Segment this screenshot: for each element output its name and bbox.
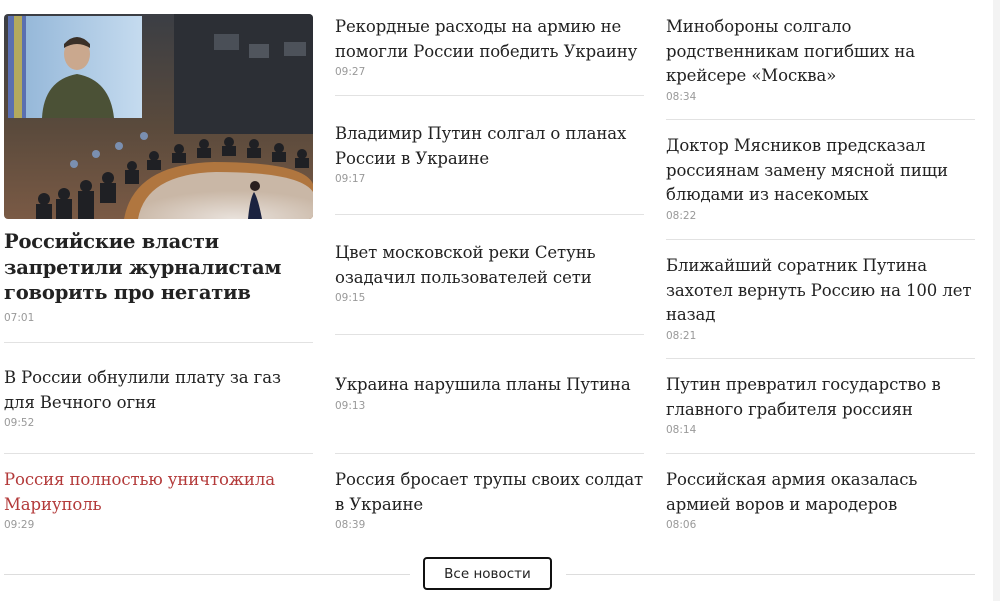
news-item[interactable]: Владимир Путин солгал о планах России в … bbox=[335, 122, 644, 186]
news-title[interactable]: Доктор Мясников предсказал россиянам зам… bbox=[666, 134, 975, 208]
news-time: 09:52 bbox=[4, 417, 35, 429]
separator bbox=[335, 334, 644, 335]
news-item[interactable]: Доктор Мясников предсказал россиянам зам… bbox=[666, 134, 975, 223]
news-time: 09:29 bbox=[4, 519, 35, 531]
scrollbar-track[interactable] bbox=[993, 0, 1000, 601]
hero-news-photo[interactable] bbox=[4, 14, 313, 219]
news-title[interactable]: Владимир Путин солгал о планах России в … bbox=[335, 122, 644, 171]
news-time: 08:14 bbox=[666, 424, 697, 436]
news-title[interactable]: Цвет московской реки Сетунь озадачил пол… bbox=[335, 241, 644, 290]
news-time: 08:22 bbox=[666, 209, 697, 222]
separator bbox=[666, 239, 975, 240]
footer-divider-right bbox=[566, 574, 975, 575]
separator bbox=[4, 453, 313, 454]
news-time: 09:27 bbox=[335, 66, 366, 78]
news-item[interactable]: Рекордные расходы на армию не помогли Ро… bbox=[335, 15, 644, 79]
separator bbox=[4, 342, 313, 343]
news-time: 08:39 bbox=[335, 519, 366, 531]
separator bbox=[335, 453, 644, 454]
news-title[interactable]: Российские власти запретили журналистам … bbox=[4, 229, 313, 306]
separator bbox=[335, 214, 644, 215]
news-time: 09:13 bbox=[335, 399, 366, 412]
news-item[interactable]: В России обнулили плату за газ для Вечно… bbox=[4, 366, 313, 430]
separator bbox=[335, 95, 644, 96]
news-title[interactable]: Россия бросает трупы своих солдат в Укра… bbox=[335, 468, 644, 517]
separator bbox=[666, 119, 975, 120]
separator bbox=[666, 453, 975, 454]
news-item[interactable]: Минобороны солгало родственникам погибши… bbox=[666, 15, 975, 104]
news-item[interactable]: Украина нарушила планы Путина 09:13 bbox=[335, 373, 644, 413]
news-time: 09:15 bbox=[335, 292, 366, 304]
news-time: 09:17 bbox=[335, 173, 366, 185]
news-item[interactable]: Ближайший соратник Путина захотел вернут… bbox=[666, 254, 975, 343]
news-title[interactable]: Рекордные расходы на армию не помогли Ро… bbox=[335, 15, 644, 64]
news-title[interactable]: Минобороны солгало родственникам погибши… bbox=[666, 15, 975, 89]
news-time: 08:34 bbox=[666, 90, 697, 103]
news-title[interactable]: Путин превратил государство в главного г… bbox=[666, 373, 975, 422]
news-item[interactable]: Цвет московской реки Сетунь озадачил пол… bbox=[335, 241, 644, 305]
all-news-button[interactable]: Все новости bbox=[423, 557, 552, 590]
news-title[interactable]: В России обнулили плату за газ для Вечно… bbox=[4, 366, 313, 415]
news-item-highlighted[interactable]: Россия полностью уничтожила Мариуполь 09… bbox=[4, 468, 313, 532]
news-item[interactable]: Россия бросает трупы своих солдат в Укра… bbox=[335, 468, 644, 532]
news-time: 08:21 bbox=[666, 329, 697, 342]
separator bbox=[666, 358, 975, 359]
news-item[interactable]: Путин превратил государство в главного г… bbox=[666, 373, 975, 437]
news-item[interactable]: Российская армия оказалась армией воров … bbox=[666, 468, 975, 532]
footer-divider-left bbox=[4, 574, 410, 575]
news-time: 08:06 bbox=[666, 519, 697, 531]
news-title[interactable]: Россия полностью уничтожила Мариуполь bbox=[4, 468, 313, 517]
news-title[interactable]: Украина нарушила планы Путина bbox=[335, 373, 644, 398]
hero-news-item[interactable]: Российские власти запретили журналистам … bbox=[4, 229, 313, 325]
news-time: 07:01 bbox=[4, 311, 35, 324]
news-title[interactable]: Ближайший соратник Путина захотел вернут… bbox=[666, 254, 975, 328]
news-title[interactable]: Российская армия оказалась армией воров … bbox=[666, 468, 975, 517]
